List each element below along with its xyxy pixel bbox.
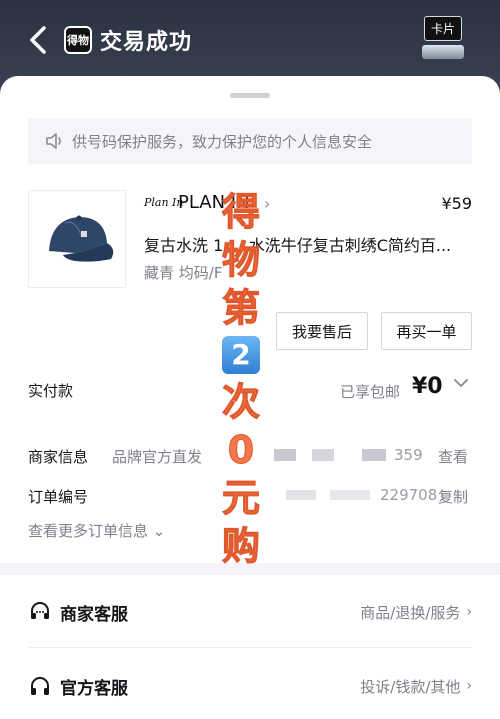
back-arrow-icon	[30, 26, 46, 54]
paid-amount: ¥0	[412, 374, 443, 399]
chevron-down-icon[interactable]	[452, 374, 470, 392]
promo-char: 元	[221, 476, 260, 521]
promo-char: 得	[221, 190, 260, 235]
card-button[interactable]: 卡片	[420, 16, 466, 62]
copy-order-link[interactable]: 复制	[438, 486, 468, 507]
more-order-info-link[interactable]: 查看更多订单信息 ⌄	[28, 520, 165, 541]
dewu-logo-icon: 得物	[64, 26, 92, 54]
merchant-id-tail: 359	[394, 446, 423, 464]
promo-char: 次	[221, 380, 260, 425]
merchant-service-title: 商家客服	[60, 604, 128, 625]
chevron-right-icon: ›	[466, 604, 472, 620]
cap-icon	[49, 215, 114, 262]
merchant-service-detail: 商品/退换/服务 ›	[360, 602, 472, 623]
promo-char: 购	[221, 524, 260, 569]
product-spec: 藏青 均码/F	[144, 264, 223, 282]
service-divider	[28, 647, 472, 648]
headset-icon	[31, 602, 49, 619]
speaker-icon	[46, 133, 61, 149]
product-title[interactable]: 复古水洗 1 ... 水洗牛仔复古刺绣C简约百...	[144, 232, 474, 256]
order-number-tail: 229708	[380, 486, 438, 504]
paid-label: 实付款	[28, 382, 74, 400]
merchant-info-value: 品牌官方直发	[112, 448, 203, 466]
chevron-right-icon: ›	[466, 678, 472, 694]
product-image[interactable]	[28, 190, 126, 288]
promo-char: 0	[227, 428, 255, 473]
promo-char: 第	[221, 286, 260, 331]
card-button-label: 卡片	[423, 16, 462, 41]
rebuy-button[interactable]: 再买一单	[381, 312, 472, 350]
back-button[interactable]	[24, 22, 52, 58]
card-base-icon	[422, 45, 464, 59]
promo-char: 物	[221, 238, 260, 283]
page-title: 交易成功	[100, 30, 193, 55]
promo-overlay: 得 物 第 2 次 0 元 购	[218, 188, 264, 570]
merchant-info-label: 商家信息	[28, 448, 89, 466]
official-service-detail: 投诉/钱款/其他 ›	[360, 676, 472, 697]
privacy-notice-text: 供号码保护服务，致力保护您的个人信息安全	[72, 132, 373, 151]
headphone-icon	[31, 677, 49, 695]
official-service-detail-text: 投诉/钱款/其他	[360, 677, 461, 696]
official-service-title: 官方客服	[60, 678, 128, 699]
after-sale-button[interactable]: 我要售后	[276, 312, 368, 350]
drag-handle[interactable]	[230, 93, 270, 98]
merchant-service-detail-text: 商品/退换/服务	[360, 603, 461, 622]
chevron-down-small-icon: ⌄	[152, 522, 166, 540]
privacy-notice: 供号码保护服务，致力保护您的个人信息安全	[28, 118, 472, 164]
order-number-label: 订单编号	[28, 488, 89, 506]
free-shipping-text: 已享包邮	[340, 383, 401, 401]
chevron-right-icon[interactable]: ›	[264, 194, 270, 213]
product-price: ¥59	[441, 194, 472, 213]
view-merchant-link[interactable]: 查看	[438, 446, 468, 467]
more-order-info-text: 查看更多订单信息	[28, 522, 149, 540]
promo-number-badge: 2	[222, 336, 260, 374]
official-service-row[interactable]: 官方客服 投诉/钱款/其他 ›	[28, 666, 472, 706]
merchant-service-row[interactable]: 商家客服 商品/退换/服务 ›	[28, 592, 472, 632]
